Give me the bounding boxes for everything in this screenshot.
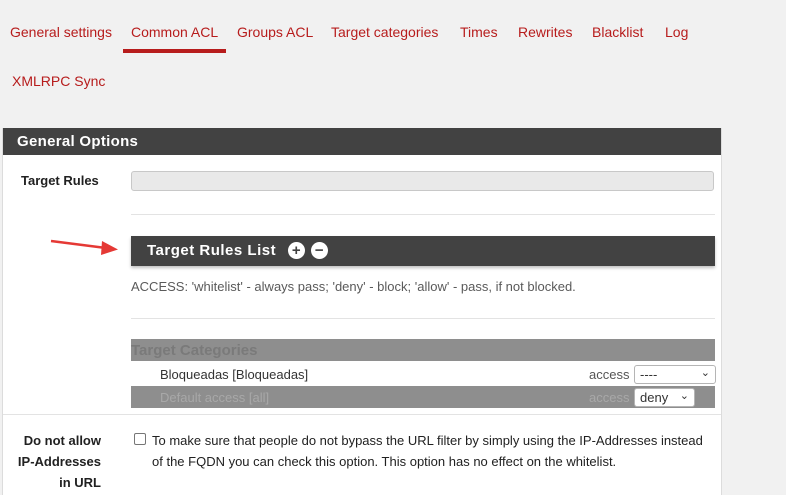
arrow-head [101,241,118,255]
panel-heading: General Options [3,128,721,155]
divider [131,318,715,319]
chevron-down-icon: ⌄ [700,367,710,379]
category-row: Bloqueadas [Bloqueadas] access ---- ⌄ [131,363,716,385]
access-select-value: ---- [640,367,658,382]
panel-title: General Options [17,133,139,150]
access-select-value: deny [640,390,669,405]
no-ip-addresses-checkbox[interactable] [134,433,146,445]
annotation-arrow-icon [50,239,118,255]
tab-groups-acl[interactable]: Groups ACL [237,24,313,40]
divider [3,414,721,415]
tab-blacklist[interactable]: Blacklist [592,24,643,40]
tab-common-acl[interactable]: Common ACL [122,24,227,53]
category-name: Bloqueadas [Bloqueadas] [160,367,309,382]
target-categories-title: Target Categories [131,342,258,359]
ip-label-line: IP-Addresses [17,454,101,469]
target-categories-header: Target Categories [131,339,715,361]
divider [131,214,715,215]
access-select[interactable]: deny ⌄ [634,388,695,407]
tab-xmlrpc-sync[interactable]: XMLRPC Sync [12,73,105,89]
tab-target-categories[interactable]: Target categories [331,24,438,40]
access-label: access [589,367,630,382]
tab-log[interactable]: Log [665,24,688,40]
access-label: access [589,390,630,405]
ip-label-line: Do not allow [23,433,101,448]
target-rules-list-title: Target Rules List [147,242,277,259]
general-options-panel: General Options Target Rules Target Rule… [2,128,722,495]
target-rules-list-header: Target Rules List + − [131,236,715,266]
access-help-text: ACCESS: 'whitelist' - always pass; 'deny… [131,279,576,294]
arrow-shaft [50,239,107,250]
tab-general-settings[interactable]: General settings [10,24,112,40]
access-select[interactable]: ---- ⌄ [634,365,716,384]
minus-circle-icon[interactable]: − [311,242,328,259]
chevron-down-icon: ⌄ [679,390,689,402]
category-row: Default access [all] access deny ⌄ [131,386,715,408]
ip-addresses-help: To make sure that people do not bypass t… [152,433,703,469]
tab-times[interactable]: Times [460,24,498,40]
target-rules-label: Target Rules [21,173,99,188]
ip-label-line: in URL [59,475,101,490]
ip-addresses-label: Do not allow IP-Addresses in URL [3,430,101,493]
target-rules-input[interactable] [131,171,714,191]
plus-circle-icon[interactable]: + [288,242,305,259]
tab-rewrites[interactable]: Rewrites [518,24,572,40]
category-name: Default access [all] [160,390,270,405]
